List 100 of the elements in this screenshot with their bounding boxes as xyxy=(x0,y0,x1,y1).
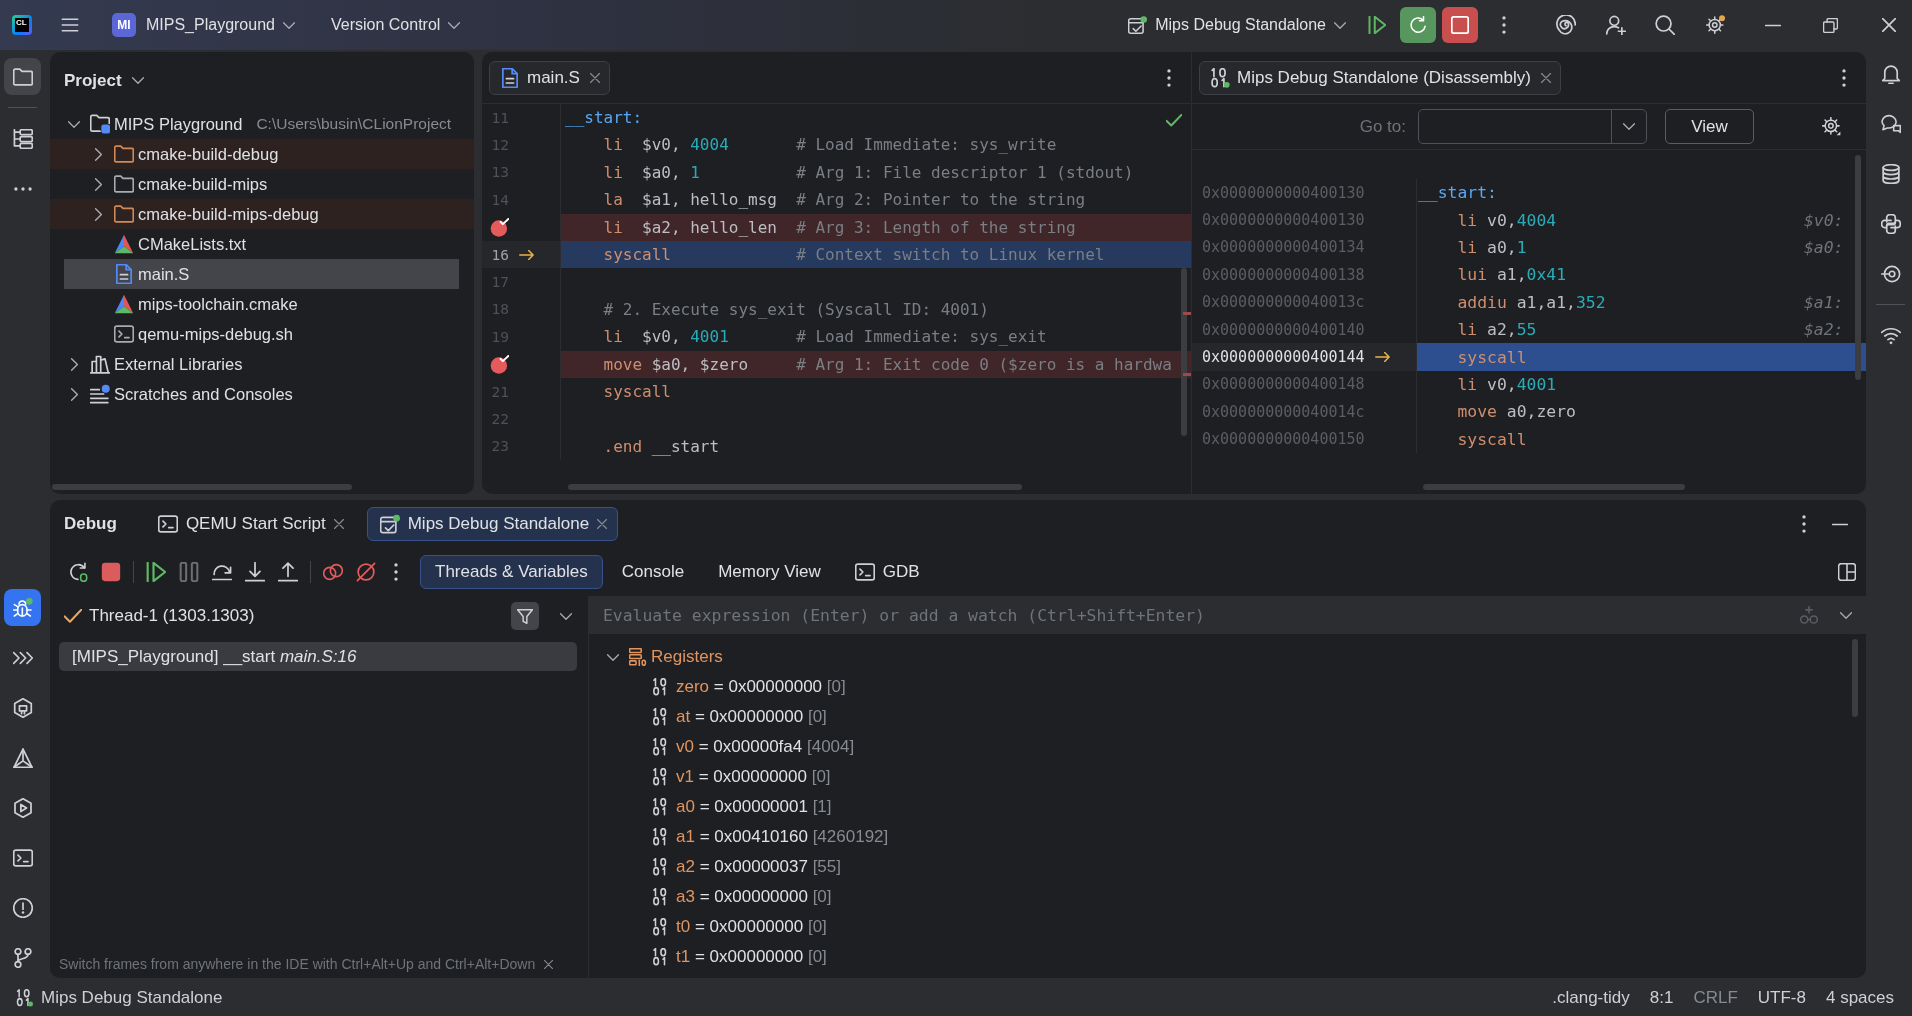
evaluate-field[interactable]: Evaluate expression (Enter) or add a watch (Ctrl+Shift+Enter) xyxy=(589,596,1866,634)
structure-icon[interactable] xyxy=(12,128,33,149)
view-tab[interactable]: Threads & Variables xyxy=(420,555,603,589)
close-icon[interactable] xyxy=(544,959,554,969)
more-icon[interactable] xyxy=(1802,515,1806,533)
database-icon[interactable] xyxy=(1880,163,1901,184)
project-badge[interactable]: MI xyxy=(112,13,136,37)
breakpoints-icon[interactable] xyxy=(322,562,343,582)
thread-selector[interactable]: Thread-1 (1303.1303) xyxy=(89,606,255,626)
stop-button[interactable] xyxy=(1442,7,1478,43)
variable-item[interactable]: v0 = 0x00000fa4 [4004] xyxy=(589,732,1866,762)
session-tab[interactable]: Mips Debug Standalone xyxy=(366,507,619,541)
project-selector[interactable]: MIPS_Playground xyxy=(146,16,275,34)
variable-item[interactable]: at = 0x00000000 [0] xyxy=(589,702,1866,732)
tree-item[interactable]: External Libraries xyxy=(50,349,474,379)
tool-window-button[interactable] xyxy=(4,589,41,626)
branch-icon[interactable] xyxy=(12,947,33,968)
chevron-right-icon[interactable] xyxy=(94,177,102,191)
tree-item[interactable]: CMakeLists.txt xyxy=(50,229,474,259)
close-icon[interactable] xyxy=(333,519,344,529)
chevron-down-icon[interactable] xyxy=(68,120,80,128)
rerun-icon[interactable] xyxy=(67,562,88,582)
horizontal-scrollbar[interactable] xyxy=(1423,484,1685,490)
status-item[interactable]: 8:1 xyxy=(1639,988,1684,1008)
tree-item[interactable]: MIPS Playground C:\Users\busin\CLionProject xyxy=(50,109,474,139)
triangle-icon[interactable] xyxy=(12,747,33,768)
vcs-menu[interactable]: Version Control xyxy=(330,16,441,34)
status-item[interactable]: 4 spaces xyxy=(1815,988,1904,1008)
search-icon[interactable] xyxy=(1655,15,1675,35)
hexagon-icon[interactable] xyxy=(12,697,33,718)
run-configuration-selector[interactable]: Mips Debug Standalone xyxy=(1155,16,1326,34)
python-icon[interactable] xyxy=(1880,213,1901,234)
breakpoint-icon[interactable] xyxy=(490,354,509,374)
chevron-right-icon[interactable] xyxy=(70,387,78,401)
restart-button[interactable] xyxy=(1400,7,1436,43)
caret-icon[interactable] xyxy=(560,612,572,620)
more-icon[interactable] xyxy=(1842,68,1846,87)
caret-icon[interactable] xyxy=(282,21,295,29)
more-icon[interactable] xyxy=(394,563,398,581)
view-button[interactable]: View xyxy=(1665,109,1754,144)
close-icon[interactable] xyxy=(589,72,600,83)
more-icon[interactable] xyxy=(13,186,32,191)
settings-icon[interactable] xyxy=(1822,117,1841,136)
mute-breakpoints-icon[interactable] xyxy=(355,562,376,582)
warning-icon[interactable] xyxy=(12,897,33,918)
add-user-icon[interactable] xyxy=(1606,15,1626,35)
step-out-icon[interactable] xyxy=(277,562,298,582)
variable-item[interactable]: t1 = 0x00000000 [0] xyxy=(589,942,1866,972)
tree-item[interactable]: cmake-build-debug xyxy=(50,139,474,169)
run-configuration-status[interactable]: Mips Debug Standalone xyxy=(41,988,223,1008)
chevron-right-icon[interactable] xyxy=(94,147,102,161)
more-icon[interactable] xyxy=(1167,68,1171,87)
restore-icon[interactable] xyxy=(1823,17,1838,33)
target-icon[interactable] xyxy=(1880,263,1901,284)
chat-icon[interactable] xyxy=(1880,113,1901,134)
variable-item[interactable]: a3 = 0x00000000 [0] xyxy=(589,882,1866,912)
file-tab[interactable]: main.S xyxy=(489,60,610,95)
close-icon[interactable] xyxy=(597,519,608,529)
vertical-scrollbar[interactable] xyxy=(1855,155,1861,380)
settings-icon[interactable] xyxy=(1706,15,1726,35)
goto-field[interactable] xyxy=(1418,109,1647,144)
stop-icon[interactable] xyxy=(100,562,121,582)
close-icon[interactable] xyxy=(1540,72,1551,83)
breakpoint-icon[interactable] xyxy=(490,217,509,237)
spiral-icon[interactable] xyxy=(1556,15,1576,35)
horizontal-scrollbar[interactable] xyxy=(568,484,1022,490)
chevron-right-icon[interactable] xyxy=(94,207,102,221)
caret-icon[interactable] xyxy=(131,77,144,84)
variable-item[interactable]: zero = 0x00000000 [0] xyxy=(589,672,1866,702)
panel-title[interactable]: Project xyxy=(64,70,122,91)
filter-button[interactable] xyxy=(511,602,539,630)
chevron-down-icon[interactable] xyxy=(607,653,619,661)
menu-icon[interactable] xyxy=(61,17,79,33)
variable-item[interactable]: v1 = 0x00000000 [0] xyxy=(589,762,1866,792)
terminal-icon[interactable] xyxy=(12,847,33,868)
view-tab[interactable]: Memory View xyxy=(703,555,836,589)
wifi-icon[interactable] xyxy=(1880,325,1901,346)
variable-item[interactable]: a0 = 0x00000001 [1] xyxy=(589,792,1866,822)
tree-item[interactable]: cmake-build-mips-debug xyxy=(50,199,474,229)
resume-icon[interactable] xyxy=(1368,16,1386,34)
play-icon[interactable] xyxy=(12,797,33,818)
tree-item[interactable]: qemu-mips-debug.sh xyxy=(50,319,474,349)
caret-icon[interactable] xyxy=(1334,21,1346,29)
stack-frame[interactable]: [MIPS_Playground] __start main.S:16 xyxy=(59,642,577,671)
variable-item[interactable]: a1 = 0x00410160 [4260192] xyxy=(589,822,1866,852)
minimize-icon[interactable] xyxy=(1832,522,1848,526)
tree-item[interactable]: mips-toolchain.cmake xyxy=(50,289,474,319)
tree-item[interactable]: Scratches and Consoles xyxy=(50,379,474,409)
step-over-icon[interactable] xyxy=(211,562,232,582)
caret-icon[interactable] xyxy=(448,21,461,29)
view-tab[interactable]: Console xyxy=(606,555,700,589)
view-tab[interactable]: GDB xyxy=(839,555,935,589)
close-icon[interactable] xyxy=(1882,18,1896,32)
step-into-icon[interactable] xyxy=(244,562,265,582)
notifications-icon[interactable] xyxy=(1880,63,1901,84)
vertical-scrollbar[interactable] xyxy=(1852,639,1858,717)
session-tab[interactable]: QEMU Start Script xyxy=(144,507,355,541)
tool-window-button[interactable] xyxy=(4,58,41,95)
caret-icon[interactable] xyxy=(1840,612,1852,619)
app-logo[interactable]: CL xyxy=(12,15,32,35)
